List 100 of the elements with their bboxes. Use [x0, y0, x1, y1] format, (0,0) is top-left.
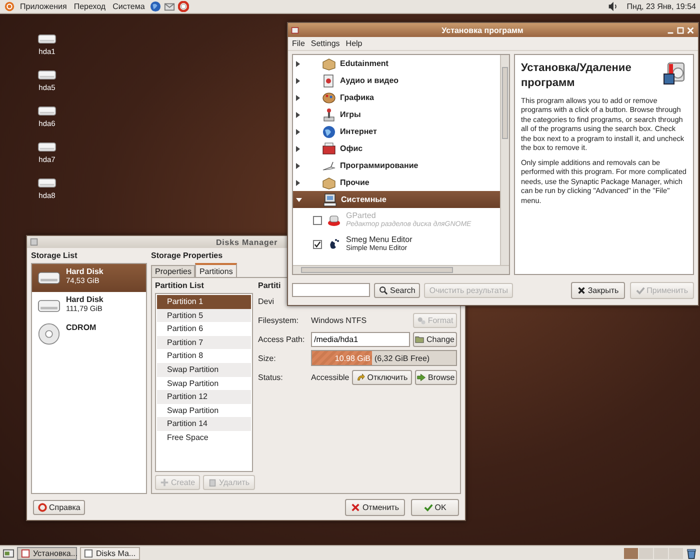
category-label: Графика [340, 93, 374, 102]
film-icon [322, 74, 336, 88]
partition-item[interactable]: Partition 12 [157, 390, 251, 404]
expander-icon[interactable] [296, 180, 300, 186]
category-label: Аудио и видео [340, 76, 399, 85]
info-heading: Установка/Удаление программ [521, 61, 632, 91]
partition-item[interactable]: Partition 1 [157, 295, 251, 309]
workspace-switcher-item[interactable] [624, 548, 638, 558]
section-heading: Partition List [155, 281, 204, 290]
expander-icon[interactable] [296, 112, 300, 118]
help-button[interactable]: Справка [33, 500, 86, 514]
menu-item[interactable]: Help [344, 39, 364, 48]
storage-name: Hard Disk [66, 267, 104, 276]
maximize-icon[interactable] [676, 26, 685, 34]
show-desktop-icon[interactable] [3, 548, 14, 558]
window-icon [30, 238, 38, 246]
partition-item[interactable]: Partition 8 [157, 349, 251, 363]
tab[interactable]: Partitions [195, 263, 237, 277]
menu-item[interactable]: Settings [308, 39, 342, 48]
section-heading: Storage Properties [151, 251, 223, 260]
globe-icon [322, 124, 336, 138]
access-path-field[interactable]: /media/hda1 [311, 332, 410, 346]
partition-item[interactable]: Partition 14 [157, 417, 251, 431]
browse-button[interactable]: Browse [414, 370, 457, 384]
scrollbar[interactable] [500, 55, 509, 265]
category-label: Прочие [340, 178, 370, 187]
partition-item[interactable]: Swap Partition [157, 376, 251, 390]
expander-icon[interactable] [296, 94, 300, 100]
trash-icon [208, 478, 218, 487]
ok-button[interactable]: OK [411, 498, 459, 516]
partition-item[interactable]: Partition 7 [157, 336, 251, 350]
speaker-icon[interactable] [606, 1, 618, 12]
folder-icon [415, 334, 424, 344]
taskbar-button[interactable]: Установка... [17, 546, 77, 560]
category-row[interactable]: Edutainment [293, 55, 500, 72]
category-row[interactable]: Прочие [293, 174, 500, 191]
field-label: Filesystem: [258, 316, 300, 324]
lifebuoy-icon [38, 502, 47, 512]
clock[interactable]: Пнд, 23 Янв, 19:54 [626, 2, 696, 11]
window-title: Disks Manager [216, 238, 278, 246]
tab[interactable]: Properties [151, 265, 196, 277]
storage-name: CDROM [66, 323, 96, 332]
category-row[interactable]: Системные [293, 191, 500, 208]
mail-icon[interactable] [164, 1, 175, 12]
cross-icon [351, 502, 360, 512]
change-button[interactable]: Change [413, 332, 457, 346]
partition-item[interactable]: Partition 6 [157, 322, 251, 336]
globe-icon[interactable] [150, 1, 161, 12]
disc-icon [38, 323, 60, 345]
window-icon [291, 26, 299, 34]
category-row[interactable]: Игры [293, 106, 500, 123]
partition-item[interactable]: Swap Partition [157, 362, 251, 377]
expander-icon[interactable] [296, 60, 300, 66]
panel-menu[interactable]: Переход [72, 2, 108, 11]
program-name: GParted [346, 211, 377, 220]
partition-item[interactable]: Partition 5 [157, 308, 251, 322]
cancel-button[interactable]: Отменить [345, 498, 405, 516]
workspace-switcher-item[interactable] [669, 548, 683, 558]
close-icon[interactable] [686, 26, 695, 34]
computer-icon [323, 192, 337, 206]
taskbar-button[interactable]: Disks Ma... [80, 546, 140, 560]
category-row[interactable]: Графика [293, 89, 500, 106]
category-label: Системные [341, 195, 386, 204]
logo-icon[interactable] [4, 1, 15, 12]
category-label: Офис [340, 144, 363, 153]
trash-icon[interactable] [686, 548, 697, 558]
floppy-and-disc-icon [663, 61, 687, 85]
category-label: Игры [340, 110, 361, 119]
search-button[interactable]: Search [374, 282, 420, 298]
panel-menu[interactable]: Приложения [18, 2, 69, 11]
field-label: Status: [258, 372, 284, 382]
workspace-switcher-item[interactable] [654, 548, 668, 558]
unmount-button[interactable]: Отключить [352, 370, 412, 384]
window-icon [21, 548, 30, 558]
scrollbar[interactable] [293, 265, 509, 274]
menu-item[interactable]: File [290, 39, 307, 48]
expander-icon[interactable] [296, 162, 300, 168]
expander-icon[interactable] [296, 78, 300, 84]
expander-icon[interactable] [296, 146, 300, 152]
lifebuoy-icon[interactable] [178, 1, 189, 12]
checkbox[interactable] [313, 240, 322, 248]
workspace-switcher-item[interactable] [639, 548, 653, 558]
program-name: Smeg Menu Editor [346, 235, 412, 244]
check-icon [636, 286, 645, 294]
close-button[interactable]: Закрыть [570, 282, 625, 298]
category-row[interactable]: Интернет [293, 123, 500, 140]
storage-item[interactable]: CDROM [32, 320, 146, 348]
storage-name: Hard Disk [66, 295, 104, 304]
field-label: Devi [258, 296, 276, 306]
panel-menu[interactable]: Система [110, 2, 147, 11]
partition-item[interactable]: Swap Partition [157, 404, 251, 418]
expander-icon[interactable] [296, 128, 300, 134]
partition-item[interactable]: Free Space [157, 430, 251, 445]
filesystem-value: Windows NTFS [311, 316, 368, 324]
category-row[interactable]: Аудио и видео [293, 72, 500, 89]
category-row[interactable]: Офис [293, 140, 500, 157]
category-row[interactable]: Программирование [293, 157, 500, 174]
category-label: Программирование [340, 161, 418, 170]
search-field[interactable] [292, 283, 370, 297]
used-size: 10.98 GiB [334, 354, 372, 362]
